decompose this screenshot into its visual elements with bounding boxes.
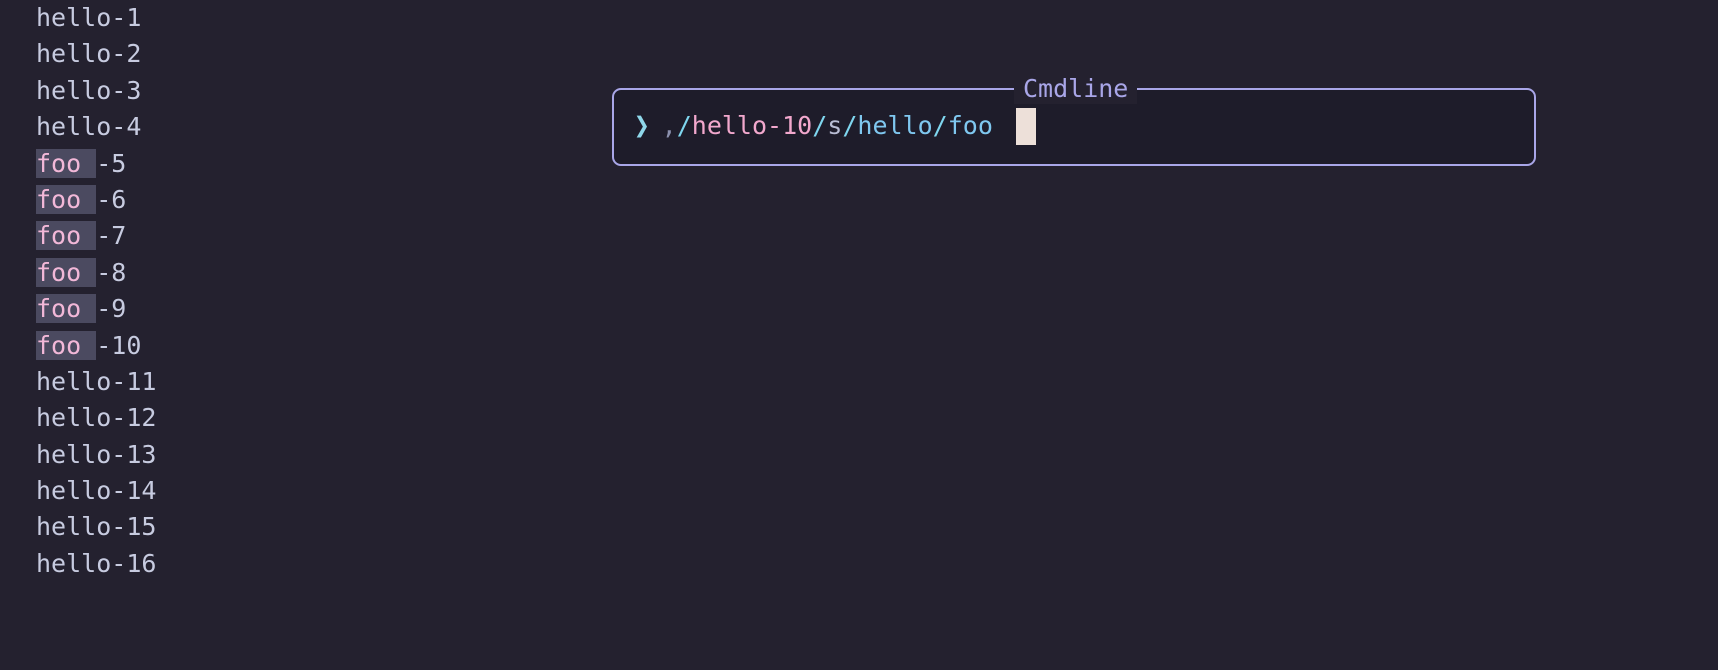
buffer-line-suffix: -2: [111, 39, 142, 69]
buffer-line-suffix: -4: [111, 112, 142, 142]
buffer-line-prefix: hello: [36, 548, 112, 578]
buffer-line-prefix: hello: [36, 112, 112, 142]
buffer-line-suffix: -3: [111, 75, 142, 105]
buffer-line-suffix: -8: [96, 257, 127, 287]
buffer-line-suffix: -10: [96, 330, 142, 360]
buffer-line-suffix: -1: [111, 3, 142, 32]
buffer-line-suffix: -5: [96, 148, 127, 178]
buffer-line[interactable]: foo -5: [0, 146, 600, 182]
buffer-line-prefix: hello: [36, 512, 112, 542]
buffer-line-prefix: hello: [36, 366, 112, 396]
buffer-line[interactable]: foo -10: [0, 328, 600, 364]
cmdline-segment-substitute-pattern: hello: [857, 111, 933, 140]
chevron-right-icon: ❯: [634, 108, 650, 144]
buffer-line[interactable]: hello-13: [0, 437, 600, 473]
buffer-line[interactable]: hello-3: [0, 73, 600, 109]
buffer-line[interactable]: foo -7: [0, 218, 600, 254]
buffer-line[interactable]: hello-4: [0, 109, 600, 145]
cmdline-title: Cmdline: [1014, 74, 1138, 104]
cmdline-popup: Cmdline ❯ ,/hello-10/s/hello/foo: [612, 74, 1536, 166]
cmdline-text[interactable]: ,/hello-10/s/hello/foo: [662, 107, 993, 145]
buffer-line[interactable]: hello-14: [0, 473, 600, 509]
buffer-line[interactable]: hello-16: [0, 546, 600, 582]
buffer-line-suffix: -6: [96, 184, 127, 214]
cmdline-segment-delimiter: /: [842, 111, 858, 140]
buffer-line-suffix: -14: [111, 476, 157, 506]
buffer-line-suffix: -9: [96, 294, 127, 324]
buffer-line-prefix: hello: [36, 75, 112, 105]
buffer-line-suffix: -7: [96, 221, 127, 251]
cmdline-input-row[interactable]: ❯ ,/hello-10/s/hello/foo: [634, 107, 1036, 145]
cmdline-segment-range-separator: ,: [661, 111, 677, 140]
cmdline-segment-delimiter: /: [932, 111, 948, 140]
buffer-line[interactable]: hello-12: [0, 400, 600, 436]
search-match: foo: [36, 148, 97, 178]
cmdline-segment-search-pattern: hello-10: [691, 111, 813, 140]
buffer-line-suffix: -11: [111, 366, 157, 396]
search-match: foo: [36, 294, 97, 324]
buffer-line-prefix: hello: [36, 476, 112, 506]
buffer-line[interactable]: hello-1: [0, 0, 600, 36]
buffer-line-prefix: hello: [36, 39, 112, 69]
search-match: foo: [36, 257, 97, 287]
buffer-line-suffix: -13: [111, 439, 157, 469]
buffer-line-suffix: -15: [111, 512, 157, 542]
buffer-line-prefix: hello: [36, 403, 112, 433]
buffer-line[interactable]: foo -9: [0, 291, 600, 327]
cmdline-segment-substitute-replacement: foo: [947, 111, 993, 140]
cmdline-cursor: [1015, 107, 1036, 145]
cmdline-segment-delimiter: /: [812, 111, 828, 140]
buffer-line-suffix: -12: [111, 403, 157, 433]
buffer-line[interactable]: hello-15: [0, 509, 600, 545]
buffer-line[interactable]: hello-11: [0, 364, 600, 400]
buffer-line-prefix: hello: [36, 3, 112, 32]
buffer-line[interactable]: foo -8: [0, 255, 600, 291]
buffer-line-prefix: hello: [36, 439, 112, 469]
cmdline-segment-command: s: [827, 111, 843, 140]
cmdline-segment-delimiter: /: [676, 111, 692, 140]
buffer-line[interactable]: foo -6: [0, 182, 600, 218]
editor-window: hello-1 hello-2 hello-3 hello-4 foo -5 foo -6…: [0, 0, 1718, 670]
buffer-line[interactable]: hello-2: [0, 36, 600, 72]
search-match: foo: [36, 184, 97, 214]
buffer-line-suffix: -16: [111, 548, 157, 578]
search-match: foo: [36, 330, 97, 360]
search-match: foo: [36, 221, 97, 251]
text-buffer[interactable]: hello-1 hello-2 hello-3 hello-4 foo -5 foo -6…: [0, 0, 600, 582]
